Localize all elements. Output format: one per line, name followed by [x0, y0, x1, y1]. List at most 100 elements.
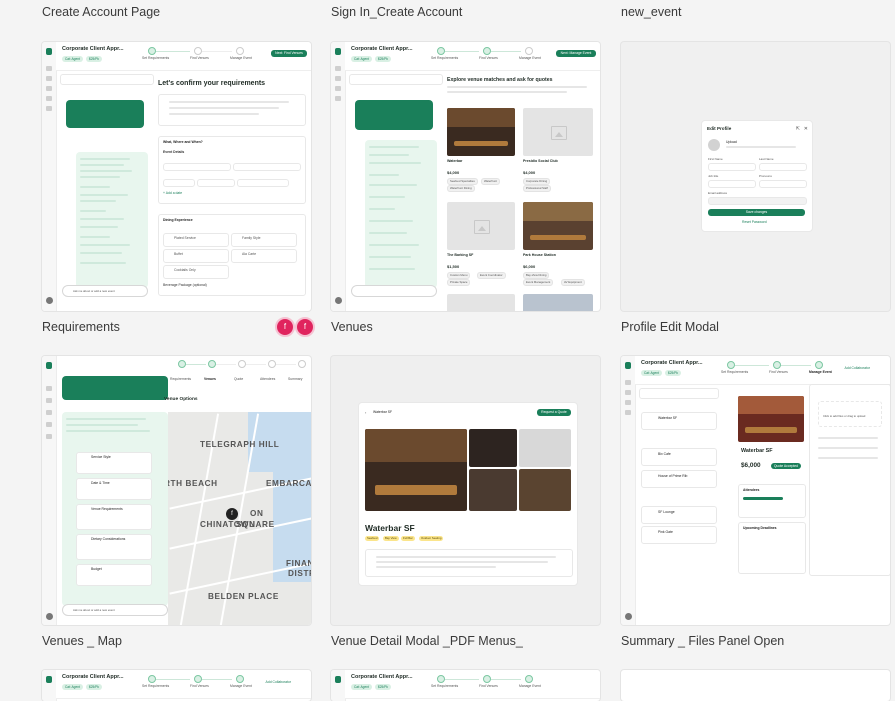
next-find-venues-button[interactable]: Next: Find Venues — [271, 50, 307, 57]
list-item[interactable]: Waterbar SF — [641, 412, 717, 430]
user-message — [355, 100, 433, 130]
last-name-input[interactable] — [759, 163, 807, 171]
map-pin-icon[interactable]: f — [226, 508, 238, 520]
bottom-right-frame[interactable] — [621, 670, 890, 701]
upload-button[interactable]: Upload — [726, 140, 737, 144]
file-dropzone[interactable]: Click to add files or drag to upload — [818, 401, 882, 427]
user-avatar[interactable] — [335, 297, 342, 304]
assistant-message — [76, 152, 148, 288]
meal-option[interactable]: Buffet — [163, 249, 229, 263]
venue-photo[interactable] — [519, 469, 571, 511]
map-label: DISTRI — [288, 569, 311, 578]
requirements-frame[interactable]: Corporate Client Appr... Cat: Agent $25/… — [42, 42, 311, 311]
next-manage-event-button[interactable]: Next: Manage Event — [556, 50, 596, 57]
tag: Seafood — [365, 536, 380, 541]
step-label: Summary — [288, 377, 303, 381]
frame-label-requirements[interactable]: Requirements — [42, 320, 120, 334]
venue-photo[interactable] — [447, 108, 515, 156]
list-item[interactable]: SF Lounge — [641, 506, 717, 524]
requirement-card[interactable]: Dietary Considerations — [76, 534, 152, 560]
frame-label-profile-edit[interactable]: Profile Edit Modal — [621, 320, 719, 334]
files-panel: Click to add files or drag to upload — [809, 384, 890, 576]
venue-photo[interactable] — [738, 396, 804, 442]
frame-label-summary[interactable]: Summary _ Files Panel Open — [621, 634, 784, 648]
user-avatar[interactable] — [625, 613, 632, 620]
frame-label-venues-map[interactable]: Venues _ Map — [42, 634, 122, 648]
requirement-card[interactable]: Budget — [76, 564, 152, 586]
add-collaborator-button[interactable]: Add Collaborator — [845, 366, 870, 370]
field-label: Pronouns — [759, 174, 772, 178]
field-label: Job title — [708, 174, 719, 178]
profile-avatar[interactable] — [708, 139, 720, 151]
list-item[interactable]: House of Prime Rib — [641, 470, 717, 488]
meal-option[interactable]: Family Style — [231, 233, 297, 247]
venue-name[interactable]: The Barking SF — [447, 253, 473, 257]
collaborator-avatar[interactable]: f — [295, 317, 315, 337]
frame-label-new-event[interactable]: new_event — [621, 5, 681, 19]
venue-photo[interactable] — [523, 294, 593, 311]
request-quote-button[interactable]: Request a Quote — [537, 409, 571, 416]
expand-icon[interactable]: ⇱ — [796, 126, 800, 132]
list-item[interactable]: Pink Gate — [641, 526, 717, 544]
date-input[interactable] — [163, 179, 195, 187]
dining-section: Dining Experience Plated Service Family … — [158, 214, 306, 296]
bottom-left-frame[interactable]: Corporate Client Appr... Cat: Agent $25/… — [42, 670, 311, 701]
requirement-card[interactable]: Venue Requirements — [76, 504, 152, 530]
frame-label-venues[interactable]: Venues — [331, 320, 373, 334]
duration-input[interactable] — [237, 179, 289, 187]
frame-label-create-account[interactable]: Create Account Page — [42, 5, 160, 19]
venue-map-thumbnail[interactable] — [519, 429, 571, 467]
profile-edit-frame[interactable]: Edit Profile ⇱ ✕ Upload First Name Last … — [621, 42, 890, 311]
venue-photo[interactable] — [523, 202, 593, 250]
venue-name[interactable]: Park House Station — [523, 253, 556, 257]
collaborator-avatar[interactable]: f — [275, 317, 295, 337]
user-avatar[interactable] — [46, 613, 53, 620]
bottom-middle-frame[interactable]: Corporate Client Appr... Cat: Agent $25/… — [331, 670, 600, 701]
venue-main-photo[interactable] — [365, 429, 467, 511]
event-name-input[interactable] — [163, 163, 231, 171]
venue-photo[interactable] — [469, 429, 517, 467]
chat-tabs[interactable] — [60, 74, 154, 85]
reset-password-link[interactable]: Reset Password — [742, 220, 767, 224]
meal-option[interactable]: Cocktails Only — [163, 265, 229, 279]
map-label: BELDEN PLACE — [208, 592, 279, 601]
venue-name[interactable]: Presidio Social Club — [523, 159, 558, 163]
venue-name[interactable]: Waterbar — [447, 159, 462, 163]
chip: Cat: Agent — [62, 56, 83, 62]
time-input[interactable] — [197, 179, 235, 187]
venue-map[interactable]: TELEGRAPH HILL RTH BEACH EMBARCADE CHINA… — [168, 412, 311, 625]
meal-option[interactable]: Ala Carte — [231, 249, 297, 263]
first-name-input[interactable] — [708, 163, 756, 171]
step-label: Set Requirements — [142, 56, 170, 60]
add-date-link[interactable]: + Add a date — [163, 191, 182, 195]
close-icon[interactable]: ✕ — [804, 126, 808, 132]
frame-label-venue-detail[interactable]: Venue Detail Modal _PDF Menus_ — [331, 634, 523, 648]
tag: Bay View — [383, 536, 399, 541]
venue-name: Waterbar SF — [741, 448, 773, 454]
list-tabs[interactable] — [639, 388, 719, 399]
location-input[interactable] — [233, 163, 301, 171]
chat-input[interactable] — [351, 285, 437, 297]
list-item[interactable]: Bix Cafe — [641, 448, 717, 466]
back-icon[interactable]: ‹ — [365, 410, 366, 415]
add-collaborator-button[interactable]: Add Collaborator — [266, 680, 291, 684]
job-title-input[interactable] — [708, 180, 756, 188]
user-avatar[interactable] — [46, 297, 53, 304]
venues-frame[interactable]: Corporate Client Appr... Cat: Agent $25/… — [331, 42, 600, 311]
venue-photo[interactable] — [469, 469, 517, 511]
chat-input[interactable]: Ask me about or add a new event — [62, 285, 148, 297]
save-changes-button[interactable]: Save changes — [708, 209, 805, 216]
meal-option[interactable]: Plated Service — [163, 233, 229, 247]
requirement-card[interactable]: Date & Time — [76, 478, 152, 500]
venues-map-frame[interactable]: Requirements Venues Quote Attendees Summ… — [42, 356, 311, 625]
venue-detail-frame[interactable]: ‹ Waterbar SF Request a Quote Waterbar S… — [331, 356, 600, 625]
pronouns-select[interactable] — [759, 180, 807, 188]
email-field[interactable] — [708, 197, 807, 205]
frame-label-sign-in[interactable]: Sign In_Create Account — [331, 5, 462, 19]
step-label: Manage Event — [230, 56, 252, 60]
event-title: Corporate Client Appr... — [641, 360, 703, 366]
summary-frame[interactable]: Corporate Client Appr... Cat: Agent $25/… — [621, 356, 890, 625]
chat-input[interactable]: Ask me about or add a new event — [62, 604, 168, 616]
requirement-card[interactable]: Service Style — [76, 452, 152, 474]
chat-tabs[interactable] — [349, 74, 443, 85]
